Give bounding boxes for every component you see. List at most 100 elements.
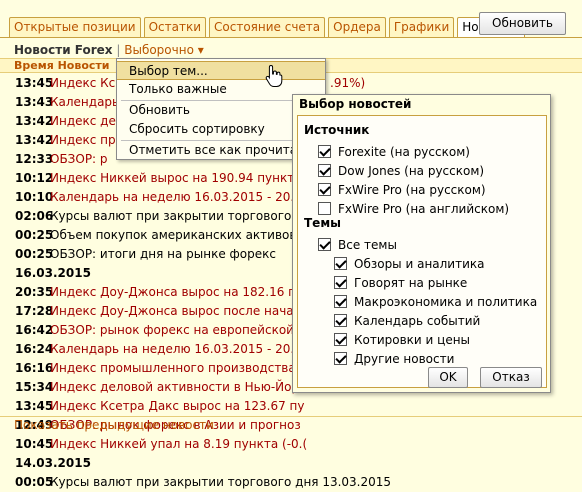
news-item[interactable]: 00:05Курсы валют при закрытии торгового … <box>15 473 575 492</box>
show-previous-news-link[interactable]: Показать предыдущие новости <box>14 418 214 432</box>
checkbox-label: Forexite (на русском) <box>338 144 470 159</box>
news-time: 10:10 <box>15 190 54 204</box>
footer-divider <box>0 416 582 417</box>
news-time: 00:05 <box>15 475 54 489</box>
checkbox-checked-icon[interactable] <box>318 238 331 251</box>
tab-open-positions[interactable]: Открытые позиции <box>9 17 141 37</box>
hand-cursor-icon <box>265 64 283 87</box>
news-headline[interactable]: ОБЗОР: р <box>50 152 108 166</box>
checkbox-label: Другие новости <box>354 351 455 366</box>
checkbox-label: Макроэкономика и политика <box>354 294 538 309</box>
tab-account-state[interactable]: Состояние счета <box>209 17 326 37</box>
checkbox-label: Все темы <box>338 237 397 252</box>
news-headline[interactable]: Индекс Кс <box>50 76 115 90</box>
news-filter-dialog: Выбор новостей Источник Forexite (на рус… <box>292 94 551 393</box>
news-headline[interactable]: Индекс Никкей упал на 8.19 пункта (-0.( <box>50 437 307 451</box>
news-item[interactable]: 10:45Индекс Никкей упал на 8.19 пункта (… <box>15 435 575 454</box>
news-item[interactable]: 13:45Индекс Ксетра Дакс вырос на 123.67 … <box>15 397 575 416</box>
source-checkbox[interactable]: FxWire Pro (на русском) <box>318 180 486 199</box>
news-time: 13:45 <box>15 76 54 90</box>
top-bar: Открытые позиции Остатки Состояние счета… <box>0 0 582 38</box>
news-time: 13:43 <box>15 95 54 109</box>
cancel-button[interactable]: Отказ <box>480 367 542 388</box>
news-headline[interactable]: Курсы валют при закрытии торгового дня 1… <box>50 475 391 489</box>
source-checkbox[interactable]: Forexite (на русском) <box>318 142 470 161</box>
checkbox-label: FxWire Pro (на русском) <box>338 182 486 197</box>
news-time: 17:28 <box>15 304 54 318</box>
topic-checkbox[interactable]: Календарь событий <box>334 311 480 330</box>
topic-checkbox[interactable]: Обзоры и аналитика <box>334 254 485 273</box>
news-headline[interactable]: Индекс промышленного производства в <box>50 361 307 375</box>
news-time: 00:25 <box>15 247 54 261</box>
news-headline[interactable]: Индекс деловой активности в Нью-Йорк <box>50 380 306 394</box>
checkbox-checked-icon[interactable] <box>318 145 331 158</box>
topic-checkbox[interactable]: Котировки и цены <box>334 330 470 349</box>
news-time: 12:33 <box>15 152 54 166</box>
source-checkbox[interactable]: Dow Jones (на русском) <box>318 161 484 180</box>
menu-item-select-topics[interactable]: Выбор тем... <box>117 61 325 80</box>
subheader-separator: | <box>116 43 121 57</box>
checkbox-checked-icon[interactable] <box>334 257 347 270</box>
checkbox-checked-icon[interactable] <box>318 183 331 196</box>
tab-bar: Открытые позиции Остатки Состояние счета… <box>9 17 528 38</box>
dialog-body: Источник Forexite (на русском) Dow Jones … <box>297 115 547 388</box>
news-headline[interactable]: ОБЗОР: рынок форекс на европейской <box>50 323 294 337</box>
news-headline[interactable]: Индекс Ксетра Дакс вырос на 123.67 пу <box>50 399 305 413</box>
tab-balances[interactable]: Остатки <box>143 17 207 37</box>
news-headline[interactable]: Индекс пр <box>50 133 116 147</box>
news-headline[interactable]: ОБЗОР: итоги дня на рынке форекс <box>50 247 276 261</box>
news-time: 13:45 <box>15 399 54 413</box>
checkbox-label: FxWire Pro (на английском) <box>338 201 510 216</box>
news-time: 20:35 <box>15 285 54 299</box>
topic-checkbox[interactable]: Говорят на рынке <box>334 273 467 292</box>
all-topics-checkbox[interactable]: Все темы <box>318 235 397 254</box>
ok-button[interactable]: OK <box>428 367 468 388</box>
tab-divider <box>0 37 582 38</box>
news-subheader: Новости Forex | Выборочно ▾ <box>14 43 204 57</box>
news-headline[interactable]: Индекс Доу-Джонса вырос после начал <box>50 304 301 318</box>
topic-checkbox[interactable]: Макроэкономика и политика <box>334 292 537 311</box>
news-headline[interactable]: Календарь на неделю 16.03.2015 - 20.0 <box>50 342 302 356</box>
news-headline[interactable]: Индекс де <box>50 114 116 128</box>
column-header-label[interactable]: Время Новости <box>14 59 110 72</box>
checkbox-label: Говорят на рынке <box>354 275 468 290</box>
checkbox-checked-icon[interactable] <box>334 352 347 365</box>
source-group-label: Источник <box>304 123 370 137</box>
refresh-button[interactable]: Обновить <box>479 12 566 35</box>
news-time: 13:42 <box>15 114 54 128</box>
news-time: 13:42 <box>15 133 54 147</box>
news-time: 16:42 <box>15 323 54 337</box>
news-time: 10:12 <box>15 171 54 185</box>
dialog-title: Выбор новостей <box>299 97 412 111</box>
checkbox-label: Котировки и цены <box>354 332 471 347</box>
news-headline[interactable]: Индекс Никкей вырос на 190.94 пункта <box>50 171 302 185</box>
news-time: 10:45 <box>15 437 54 451</box>
news-headline[interactable]: Объем покупок американских активов - <box>50 228 305 242</box>
source-checkbox[interactable]: FxWire Pro (на английском) <box>318 199 509 218</box>
filter-dropdown[interactable]: Выборочно ▾ <box>124 43 204 57</box>
news-time: 00:25 <box>15 228 54 242</box>
checkbox-checked-icon[interactable] <box>318 164 331 177</box>
news-time: 16:16 <box>15 361 54 375</box>
checkbox-checked-icon[interactable] <box>334 314 347 327</box>
news-headline[interactable]: Индекс Доу-Джонса вырос на 182.16 пу <box>50 285 303 299</box>
tab-charts[interactable]: Графики <box>388 17 455 37</box>
checkbox-label: Dow Jones (на русском) <box>338 163 485 178</box>
news-time: 15:34 <box>15 380 54 394</box>
checkbox-checked-icon[interactable] <box>334 276 347 289</box>
news-headline-tail: .91%) <box>330 76 366 90</box>
tab-orders[interactable]: Ордера <box>328 17 386 37</box>
news-date-row[interactable]: 14.03.2015 <box>15 454 575 473</box>
news-time: 16:24 <box>15 342 54 356</box>
topics-group-label: Темы <box>304 216 341 230</box>
news-headline[interactable]: Календарь на неделю 16.03.2015 - 20.0 <box>50 190 302 204</box>
checkbox-label: Календарь событий <box>354 313 481 328</box>
topic-checkbox[interactable]: Другие новости <box>334 349 454 368</box>
news-headline[interactable]: Календарь <box>50 95 119 109</box>
checkbox-unchecked-icon[interactable] <box>318 202 331 215</box>
news-headline[interactable]: Курсы валют при закрытии торгового дн <box>50 209 311 223</box>
news-feed-title: Новости Forex <box>14 43 113 57</box>
checkbox-label: Обзоры и аналитика <box>354 256 485 271</box>
checkbox-checked-icon[interactable] <box>334 295 347 308</box>
checkbox-checked-icon[interactable] <box>334 333 347 346</box>
